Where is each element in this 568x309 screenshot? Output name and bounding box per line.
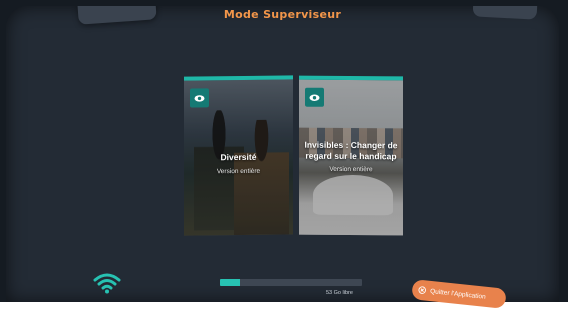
eye-icon: [194, 94, 205, 102]
close-circle-icon: [418, 286, 426, 294]
eye-icon: [309, 94, 320, 101]
storage-progress-bar: [220, 279, 362, 286]
wifi-icon: [93, 272, 121, 298]
preview-button[interactable]: [305, 87, 324, 107]
storage-progress-fill: [220, 279, 240, 286]
video-card-invisibles[interactable]: Invisibles : Changer de regard sur le ha…: [299, 75, 403, 236]
page-title: Mode Superviseur: [223, 8, 342, 21]
card-title: Invisibles : Changer de regard sur le ha…: [304, 139, 398, 162]
storage-text: 53 Go libre: [326, 290, 353, 296]
card-subtitle: Version entière: [329, 165, 373, 174]
card-title: Diversité: [220, 151, 257, 163]
supervisor-panel: Mode Superviseur Diversité Version entiè…: [6, 6, 559, 302]
video-card-diversite[interactable]: Diversité Version entière: [184, 75, 293, 236]
quit-button-label: Quitter l'Application: [429, 287, 487, 301]
preview-button[interactable]: [190, 88, 209, 108]
card-subtitle: Version entière: [216, 167, 261, 176]
